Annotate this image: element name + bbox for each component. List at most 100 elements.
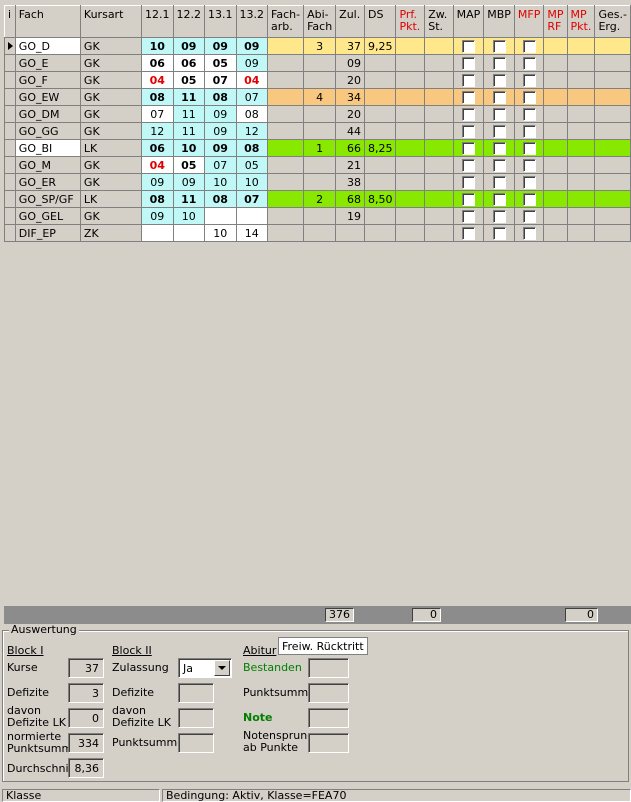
cell-mp-pkt[interactable]	[566, 54, 596, 72]
cell-kursart[interactable]: GK	[79, 88, 143, 106]
cell-kursart[interactable]: GK	[79, 173, 143, 191]
mbp-checkbox[interactable]	[492, 56, 506, 70]
cell-zul[interactable]: 21	[335, 156, 365, 174]
col-mp-pkt[interactable]: MP Pkt.	[566, 5, 596, 38]
table-row[interactable]: GO_GG GK 12 11 09 12 44	[4, 122, 631, 140]
cell-grade[interactable]: 10	[204, 173, 237, 191]
map-checkbox[interactable]	[461, 192, 475, 206]
cell-mp-pkt[interactable]	[566, 139, 596, 157]
cell-zw-st[interactable]	[424, 173, 454, 191]
cell-prf-pkt[interactable]	[395, 173, 426, 191]
cell-abifach[interactable]	[303, 71, 337, 89]
cell-grade[interactable]: 09	[141, 207, 174, 225]
cell-fach[interactable]: GO_BI	[14, 139, 81, 157]
cell-grade[interactable]: 09	[172, 37, 206, 55]
cell-grade[interactable]: 14	[235, 224, 269, 242]
cell-kursart[interactable]: GK	[79, 54, 143, 72]
col-kursart[interactable]: Kursart	[79, 5, 143, 38]
col-abifach[interactable]: Abi-Fach	[303, 5, 337, 38]
cell-mp-rf[interactable]	[543, 88, 568, 106]
cell-kursart[interactable]: GK	[79, 156, 143, 174]
cell-grade[interactable]: 08	[235, 105, 269, 123]
cell-grade[interactable]: 10	[172, 139, 206, 157]
cell-mp-pkt[interactable]	[566, 122, 596, 140]
cell-grade[interactable]: 09	[204, 139, 237, 157]
cell-facharb[interactable]	[267, 207, 305, 225]
cell-abifach[interactable]	[303, 173, 337, 191]
cell-mp-rf[interactable]	[543, 224, 568, 242]
mbp-checkbox[interactable]	[492, 39, 506, 53]
cell-kursart[interactable]: GK	[79, 207, 143, 225]
cell-zul[interactable]: 38	[335, 173, 365, 191]
cell-kursart[interactable]: ZK	[79, 224, 143, 242]
cell-zul[interactable]: 34	[335, 88, 365, 106]
cell-grade[interactable]: 08	[204, 88, 237, 106]
cell-kursart[interactable]: LK	[79, 190, 143, 208]
cell-facharb[interactable]	[267, 105, 305, 123]
cell-grade[interactable]: 07	[235, 88, 269, 106]
cell-grade[interactable]: 04	[235, 71, 269, 89]
map-checkbox[interactable]	[461, 209, 475, 223]
cell-abifach[interactable]: 4	[303, 88, 337, 106]
chevron-down-icon[interactable]	[214, 660, 230, 676]
cell-ges-erg[interactable]	[594, 37, 631, 55]
cell-ges-erg[interactable]	[594, 207, 631, 225]
mbp-checkbox[interactable]	[492, 209, 506, 223]
cell-mp-pkt[interactable]	[566, 88, 596, 106]
cell-prf-pkt[interactable]	[395, 156, 426, 174]
cell-facharb[interactable]	[267, 156, 305, 174]
mfp-checkbox[interactable]	[522, 39, 536, 53]
mfp-checkbox[interactable]	[522, 175, 536, 189]
cell-mp-rf[interactable]	[543, 105, 568, 123]
cell-mp-pkt[interactable]	[566, 224, 596, 242]
mfp-checkbox[interactable]	[522, 158, 536, 172]
cell-mp-rf[interactable]	[543, 37, 568, 55]
mfp-checkbox[interactable]	[522, 124, 536, 138]
col-zw-st[interactable]: Zw. St.	[424, 5, 454, 38]
cell-grade[interactable]: 10	[141, 37, 174, 55]
cell-ds[interactable]	[363, 224, 397, 242]
cell-prf-pkt[interactable]	[395, 224, 426, 242]
cell-grade[interactable]: 07	[204, 71, 237, 89]
cell-zw-st[interactable]	[424, 122, 454, 140]
col-13-1[interactable]: 13.1	[204, 5, 237, 38]
map-checkbox[interactable]	[461, 158, 475, 172]
mbp-checkbox[interactable]	[492, 175, 506, 189]
cell-prf-pkt[interactable]	[395, 71, 426, 89]
cell-abifach[interactable]	[303, 156, 337, 174]
cell-ges-erg[interactable]	[594, 173, 631, 191]
cell-grade[interactable]: 07	[141, 105, 174, 123]
cell-zul[interactable]: 37	[335, 37, 365, 55]
cell-grade[interactable]	[235, 207, 269, 225]
cell-zul[interactable]	[335, 224, 365, 242]
cell-grade[interactable]: 10	[235, 173, 269, 191]
cell-zul[interactable]: 09	[335, 54, 365, 72]
cell-mp-rf[interactable]	[543, 54, 568, 72]
map-checkbox[interactable]	[461, 39, 475, 53]
cell-zw-st[interactable]	[424, 156, 454, 174]
map-checkbox[interactable]	[461, 175, 475, 189]
cell-grade[interactable]: 08	[204, 190, 237, 208]
cell-mp-pkt[interactable]	[566, 190, 596, 208]
cell-grade[interactable]: 05	[172, 71, 206, 89]
cell-grade[interactable]: 08	[141, 190, 174, 208]
cell-mp-pkt[interactable]	[566, 173, 596, 191]
cell-mp-rf[interactable]	[543, 190, 568, 208]
cell-ges-erg[interactable]	[594, 156, 631, 174]
cell-mp-rf[interactable]	[543, 156, 568, 174]
col-prf-pkt[interactable]: Prf. Pkt.	[395, 5, 426, 38]
cell-prf-pkt[interactable]	[395, 139, 426, 157]
col-mfp[interactable]: MFP	[513, 5, 545, 38]
cell-zw-st[interactable]	[424, 224, 454, 242]
cell-abifach[interactable]: 1	[303, 139, 337, 157]
cell-kursart[interactable]: LK	[79, 139, 143, 157]
table-row[interactable]: GO_F GK 04 05 07 04 20	[4, 71, 631, 89]
col-info[interactable]: i	[4, 5, 16, 38]
map-checkbox[interactable]	[461, 56, 475, 70]
cell-mp-rf[interactable]	[543, 71, 568, 89]
cell-grade[interactable]: 06	[172, 54, 206, 72]
map-checkbox[interactable]	[461, 124, 475, 138]
cell-fach[interactable]: GO_ER	[14, 173, 81, 191]
cell-ds[interactable]	[363, 105, 397, 123]
cell-facharb[interactable]	[267, 190, 305, 208]
